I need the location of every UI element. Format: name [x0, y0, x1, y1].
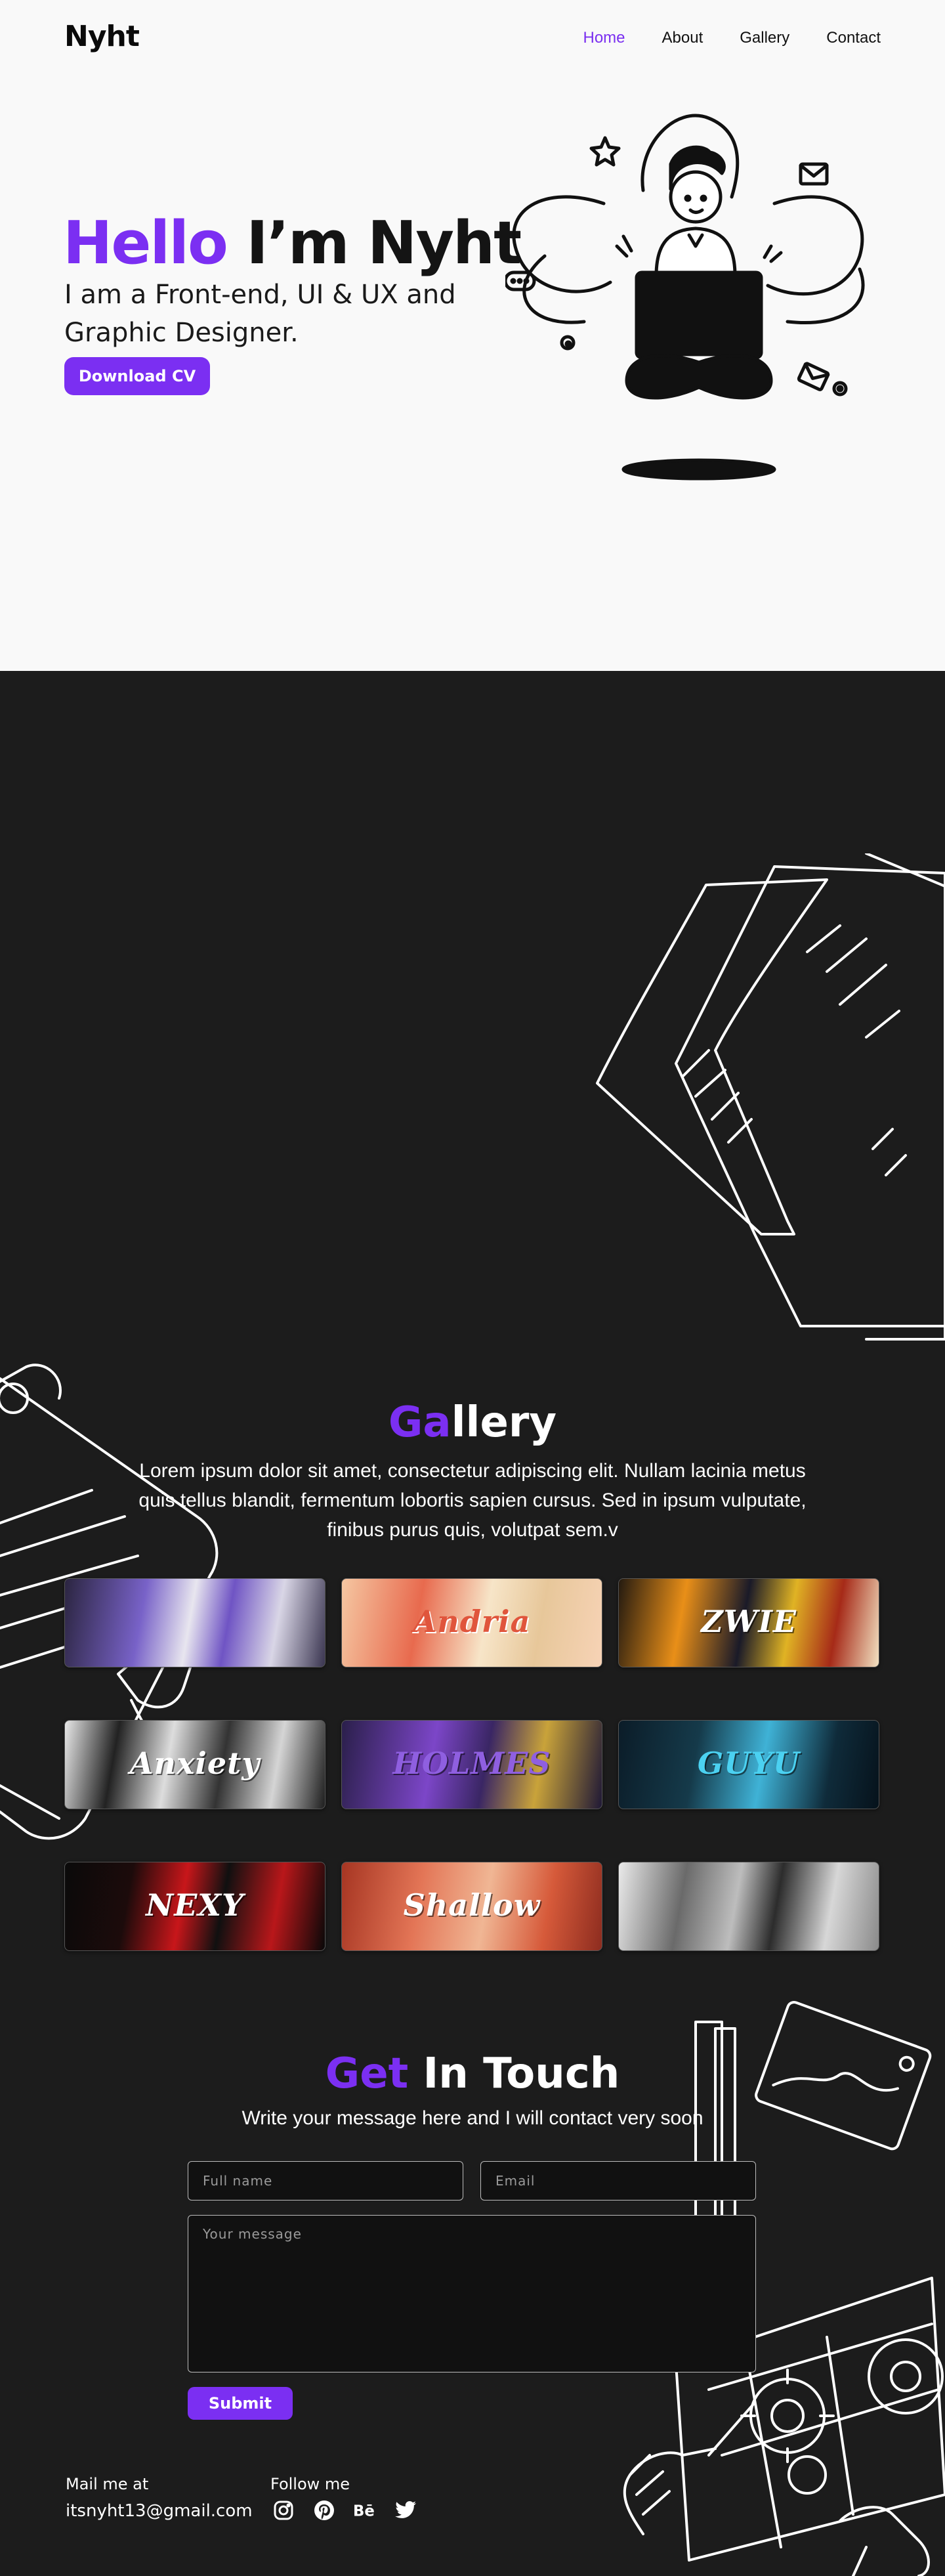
papers-illustration	[596, 853, 945, 1341]
gallery-item[interactable]	[64, 1578, 326, 1667]
contact-title-rest: In Touch	[423, 2050, 620, 2098]
contact-title-accent: Get	[325, 2050, 409, 2098]
hero-section: Nyht Home About Gallery Contact Hello I’…	[0, 0, 945, 671]
gallery-item[interactable]: ZWIE	[618, 1578, 879, 1667]
gallery-item-label: Andria	[413, 1604, 531, 1639]
designer-illustration	[505, 114, 865, 481]
site-logo[interactable]: Nyht	[64, 20, 140, 53]
submit-button[interactable]: Submit	[188, 2387, 293, 2420]
message-textarea[interactable]	[188, 2215, 756, 2372]
follow-label: Follow me	[270, 2475, 350, 2493]
gallery-item[interactable]	[618, 1862, 879, 1951]
gallery-item-label: HOLMES	[392, 1746, 551, 1781]
main-nav: Home About Gallery Contact	[583, 29, 881, 47]
gallery-item-label: ZWIE	[701, 1604, 797, 1639]
fullname-input[interactable]	[188, 2161, 463, 2200]
gallery-item-label: NEXY	[146, 1887, 244, 1923]
svg-text:Bē: Bē	[353, 2503, 375, 2520]
gallery-item-label: Shallow	[403, 1887, 541, 1923]
contact-title: Get In Touch	[0, 2050, 945, 2098]
gallery-title-rest: llery	[451, 1398, 557, 1447]
nav-contact[interactable]: Contact	[826, 29, 881, 47]
gallery-item[interactable]: Andria	[341, 1578, 602, 1667]
hero-title-accent: Hello	[63, 209, 228, 278]
gallery-title-accent: Ga	[388, 1398, 452, 1447]
twitter-icon[interactable]	[394, 2499, 417, 2522]
hero-subtitle: I am a Front-end, UI & UX and Graphic De…	[64, 280, 456, 348]
gallery-item[interactable]: NEXY	[64, 1862, 326, 1951]
hero-title-rest: I’m Nyht	[246, 209, 522, 278]
download-cv-button[interactable]: Download CV	[64, 357, 210, 395]
pinterest-icon[interactable]	[312, 2499, 336, 2522]
gallery-title: Gallery	[0, 1398, 945, 1447]
gallery-item[interactable]: Shallow	[341, 1862, 602, 1951]
mail-label: Mail me at	[66, 2475, 149, 2493]
instagram-icon[interactable]	[272, 2499, 295, 2522]
nav-about[interactable]: About	[662, 29, 704, 47]
gallery-description: Lorem ipsum dolor sit amet, consectetur …	[138, 1460, 807, 1541]
gallery-item[interactable]: GUYU	[618, 1720, 879, 1809]
email-input[interactable]	[480, 2161, 756, 2200]
mail-address[interactable]: itsnyht13@gmail.com	[66, 2501, 253, 2521]
social-links: Bē	[272, 2499, 417, 2522]
gallery-item[interactable]: Anxiety	[64, 1720, 326, 1809]
gallery-item[interactable]: HOLMES	[341, 1720, 602, 1809]
behance-icon[interactable]: Bē	[353, 2499, 377, 2522]
gallery-grid: Andria ZWIE Anxiety HOLMES GUYU NEXY Sha…	[64, 1578, 879, 1951]
nav-gallery[interactable]: Gallery	[740, 29, 789, 47]
gallery-item-label: Anxiety	[129, 1746, 261, 1781]
gallery-item-label: GUYU	[697, 1746, 801, 1781]
contact-subtitle: Write your message here and I will conta…	[242, 2107, 704, 2129]
nav-home[interactable]: Home	[583, 29, 625, 47]
hero-title: Hello I’m Nyht	[63, 209, 522, 278]
